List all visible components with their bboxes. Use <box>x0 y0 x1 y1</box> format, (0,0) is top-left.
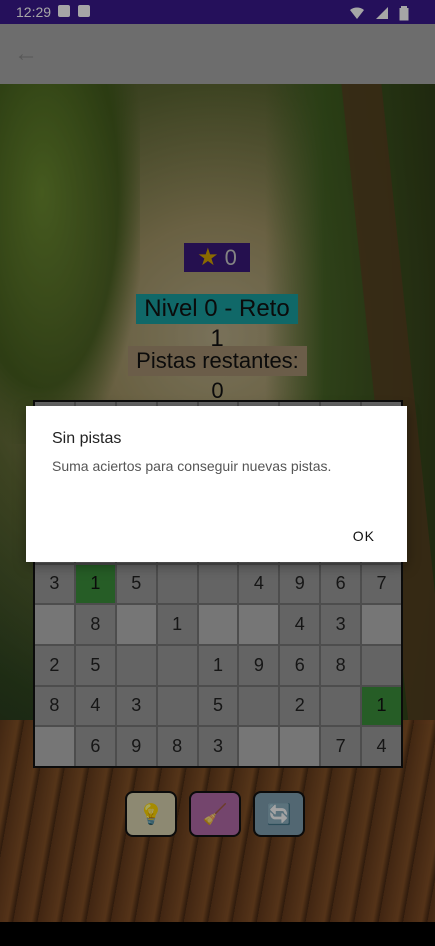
dialog-title: Sin pistas <box>52 430 122 447</box>
no-hints-dialog: Sin pistas Suma aciertos para conseguir … <box>26 406 407 562</box>
ok-button[interactable]: OK <box>353 528 375 544</box>
dialog-message: Suma aciertos para conseguir nuevas pist… <box>52 458 332 474</box>
